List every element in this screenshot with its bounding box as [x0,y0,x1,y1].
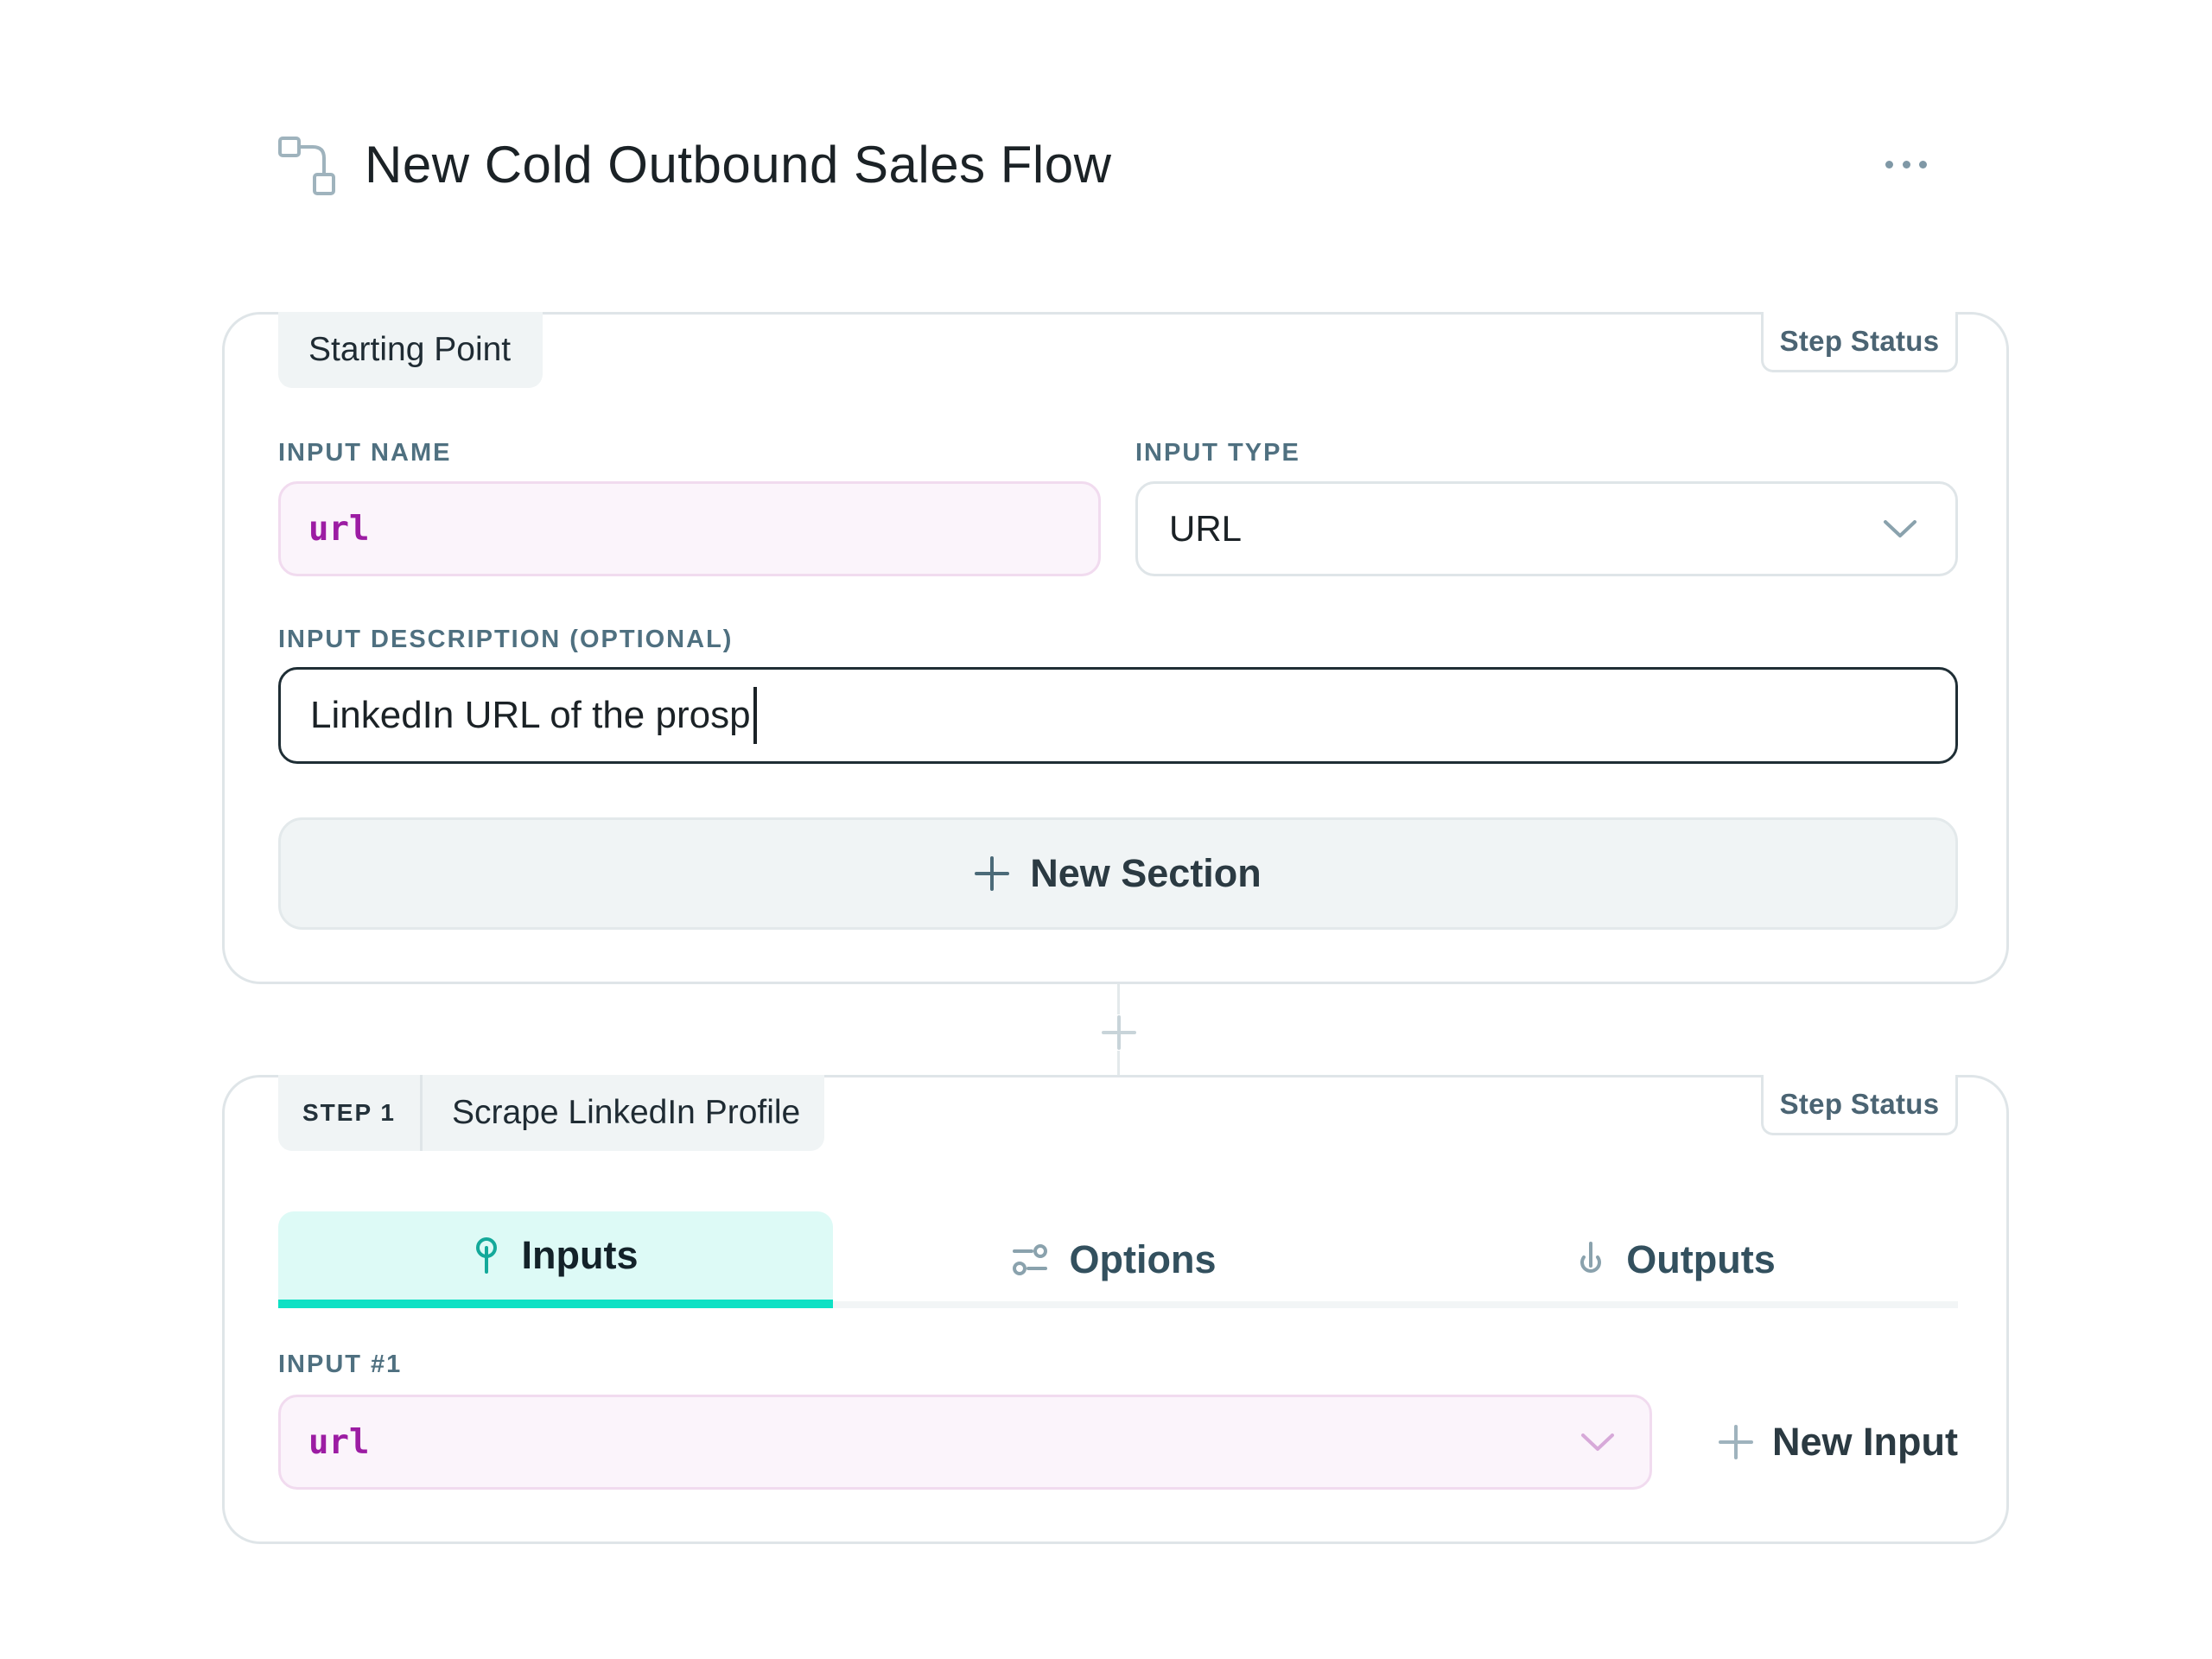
plus-icon [1101,1014,1137,1051]
input-name-label: INPUT NAME [278,439,452,467]
chevron-down-icon [1884,520,1916,537]
chevron-down-icon [1581,1433,1614,1451]
step-title: Scrape LinkedIn Profile [452,1094,801,1131]
tab-outputs-label: Outputs [1626,1237,1776,1281]
new-input-button[interactable]: New Input [1687,1395,1958,1490]
new-section-button[interactable]: New Section [278,817,1958,930]
tab-outputs[interactable]: Outputs [1395,1211,1958,1308]
tab-inputs-label: Inputs [521,1233,639,1277]
text-caret [753,687,757,744]
input-1-label: INPUT #1 [278,1351,403,1378]
input-type-label: INPUT TYPE [1135,439,1300,467]
sliders-icon [1012,1244,1047,1275]
dot-icon [1885,160,1893,168]
new-section-label: New Section [1030,851,1262,895]
dot-icon [1902,160,1910,168]
starting-point-chip: Starting Point [278,312,543,388]
input-type-value: URL [1169,508,1243,549]
tab-options-label: Options [1069,1237,1217,1281]
input-type-select[interactable]: URL [1135,481,1958,576]
step-status-button[interactable]: Step Status [1761,312,1958,372]
input-description-field[interactable]: LinkedIn URL of the prosp [278,667,1958,764]
plus-icon [1719,1425,1754,1459]
pin-icon [475,1237,497,1274]
plus-icon [975,856,1010,891]
input-name-field[interactable]: url [278,481,1101,576]
step-number: STEP 1 [278,1075,423,1151]
tab-options[interactable]: Options [833,1211,1395,1308]
dot-icon [1919,160,1927,168]
page-title: New Cold Outbound Sales Flow [365,136,1112,194]
input-1-value: url [308,1422,370,1462]
input-description-value: LinkedIn URL of the prosp [310,694,751,736]
output-icon [1580,1242,1602,1273]
input-name-value: url [308,509,370,549]
step-status-button[interactable]: Step Status [1761,1075,1958,1135]
tab-inputs[interactable]: Inputs [278,1211,833,1308]
input-description-label: INPUT DESCRIPTION (OPTIONAL) [278,626,734,653]
more-options-button[interactable] [1882,147,1930,181]
add-step-button[interactable] [1101,1014,1137,1051]
step-1-chip: STEP 1 Scrape LinkedIn Profile [278,1075,824,1151]
new-input-label: New Input [1772,1420,1958,1464]
flow-icon [278,137,335,195]
input-1-select[interactable]: url [278,1395,1652,1490]
